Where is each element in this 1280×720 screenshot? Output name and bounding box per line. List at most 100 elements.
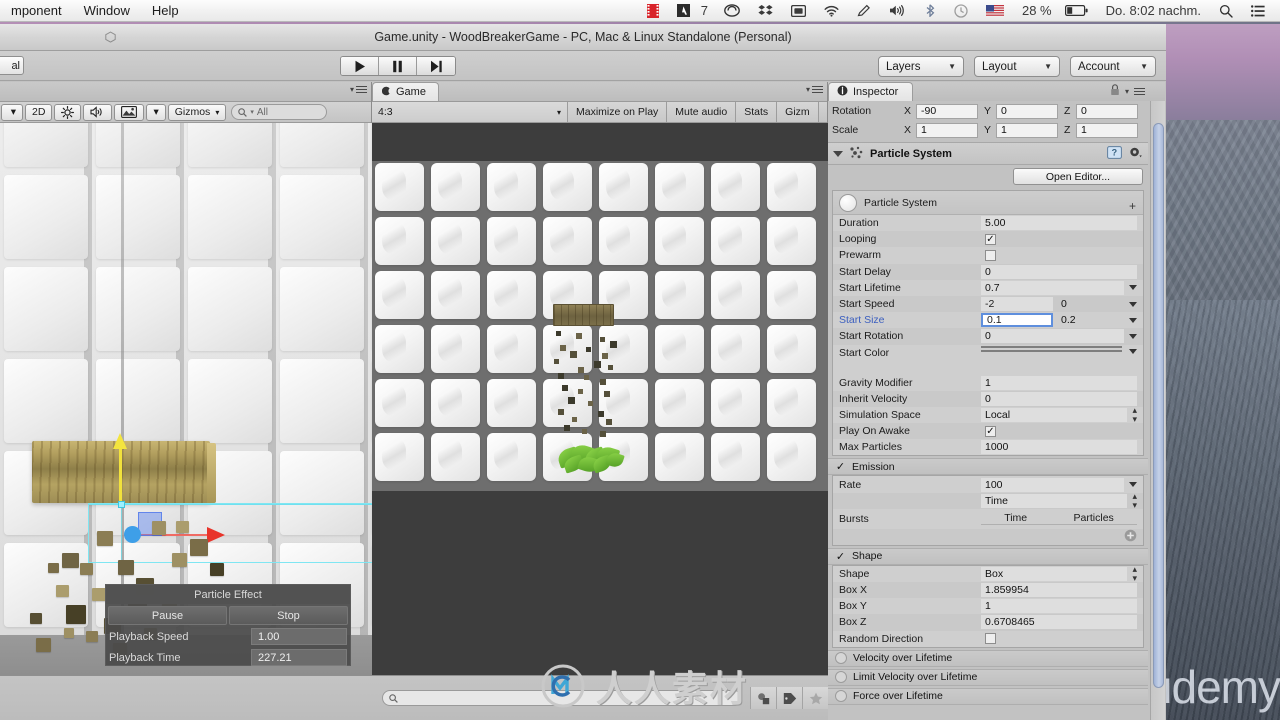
menu-item-help[interactable]: Help bbox=[141, 0, 190, 22]
rate-value-field[interactable]: 100 bbox=[981, 477, 1124, 492]
scale-y-field[interactable]: 1 bbox=[996, 122, 1058, 138]
tab-game[interactable]: Game bbox=[372, 82, 439, 101]
prop-value-max[interactable]: 0 bbox=[1057, 297, 1124, 311]
scene-panel-menu[interactable]: ▾ bbox=[350, 85, 367, 94]
menu-item-component[interactable]: mponent bbox=[0, 0, 73, 22]
scale-z-field[interactable]: 1 bbox=[1076, 122, 1138, 138]
adobe-icon[interactable] bbox=[668, 4, 699, 17]
scene-view-viewport[interactable]: Particle Effect Pause Stop Playback Spee… bbox=[0, 123, 372, 675]
scene-search-input[interactable]: ▾ All bbox=[231, 104, 328, 120]
unity-titlebar[interactable]: Game.unity - WoodBreakerGame - PC, Mac &… bbox=[0, 24, 1166, 51]
pencil-icon[interactable] bbox=[848, 4, 880, 17]
open-editor-button[interactable]: Open Editor... bbox=[1013, 168, 1143, 185]
aspect-ratio-dropdown[interactable]: 4:3 ▾ bbox=[372, 102, 568, 122]
filter-by-type-icon[interactable] bbox=[750, 687, 776, 709]
effects-icon[interactable] bbox=[114, 103, 145, 121]
add-module-button[interactable]: + bbox=[1129, 199, 1136, 213]
help-icon[interactable]: ? bbox=[1107, 145, 1122, 162]
rotation-z-field[interactable]: 0 bbox=[1076, 103, 1138, 119]
prop-value[interactable]: 1000 bbox=[981, 440, 1137, 455]
playback-speed-field[interactable]: 1.00 bbox=[251, 628, 347, 645]
game-gizmos-dropdown[interactable]: Gizm bbox=[777, 102, 819, 122]
toggle-2d-button[interactable]: 2D bbox=[25, 103, 53, 121]
prop-value[interactable]: 1 bbox=[981, 375, 1137, 390]
inspector-scrollbar-thumb[interactable] bbox=[1153, 123, 1164, 688]
start-color-top-swatch[interactable] bbox=[981, 345, 1122, 348]
emission-enabled-checkbox[interactable]: ✓ bbox=[835, 461, 846, 473]
looping-checkbox[interactable]: ✓ bbox=[985, 233, 996, 245]
effects-dropdown[interactable]: ▾ bbox=[146, 103, 166, 121]
menu-item-window[interactable]: Window bbox=[73, 0, 141, 22]
simulation-space-dropdown[interactable]: Local bbox=[981, 407, 1128, 422]
start-color-bottom-swatch[interactable] bbox=[981, 349, 1122, 352]
time-machine-icon[interactable] bbox=[945, 3, 977, 18]
gizmo-top-handle[interactable] bbox=[118, 501, 125, 508]
prop-value[interactable]: 0 bbox=[981, 264, 1137, 279]
volume-icon[interactable] bbox=[880, 4, 915, 17]
chevron-down-icon[interactable] bbox=[1129, 482, 1137, 488]
rotation-y-field[interactable]: 0 bbox=[996, 103, 1058, 119]
bluetooth-icon[interactable] bbox=[915, 4, 945, 17]
prop-value[interactable]: 5.00 bbox=[981, 216, 1137, 231]
gear-icon[interactable] bbox=[1128, 146, 1143, 162]
play-button[interactable] bbox=[341, 57, 379, 75]
prop-value[interactable]: 0.7 bbox=[981, 280, 1124, 295]
gizmos-dropdown[interactable]: Gizmos ▾ bbox=[167, 103, 227, 121]
start-size-min-field[interactable]: 0.1 bbox=[981, 313, 1053, 328]
step-button[interactable] bbox=[417, 57, 455, 75]
game-panel-menu[interactable]: ▾ bbox=[806, 85, 823, 94]
particle-system-component-header[interactable]: Particle System ? bbox=[828, 142, 1148, 165]
shape-module-header[interactable]: ✓ Shape bbox=[828, 547, 1148, 565]
search-icon[interactable] bbox=[1210, 4, 1242, 18]
game-view-viewport[interactable] bbox=[372, 123, 828, 675]
module-toggle-icon[interactable] bbox=[835, 690, 847, 703]
module-toggle-icon[interactable] bbox=[835, 652, 847, 665]
notification-center-icon[interactable] bbox=[1242, 4, 1274, 17]
shape-dropdown[interactable]: Box bbox=[981, 566, 1128, 581]
battery-icon[interactable] bbox=[1056, 5, 1097, 16]
start-size-max-field[interactable]: 0.2 bbox=[1057, 313, 1124, 327]
film-strip-icon[interactable] bbox=[638, 3, 668, 18]
layout-dropdown[interactable]: Layout ▼ bbox=[974, 56, 1060, 77]
menubar-clock[interactable]: Do. 8:02 nachm. bbox=[1097, 0, 1210, 22]
box-x-field[interactable]: 1.859954 bbox=[981, 583, 1137, 598]
stats-toggle[interactable]: Stats bbox=[736, 102, 778, 122]
chevron-down-icon[interactable] bbox=[1129, 333, 1137, 339]
prewarm-checkbox[interactable] bbox=[985, 249, 996, 261]
box-z-field[interactable]: 0.6708465 bbox=[981, 615, 1137, 630]
chevron-down-icon[interactable] bbox=[1129, 317, 1137, 323]
wifi-icon[interactable] bbox=[815, 5, 848, 17]
prop-value[interactable]: 0 bbox=[981, 391, 1137, 406]
rate-mode-dropdown[interactable]: Time bbox=[981, 493, 1128, 508]
gizmo-x-arrowhead[interactable] bbox=[207, 527, 225, 543]
box-y-field[interactable]: 1 bbox=[981, 599, 1137, 614]
force-over-lifetime-module[interactable]: Force over Lifetime bbox=[828, 687, 1148, 705]
hamburger-icon[interactable] bbox=[1134, 87, 1145, 96]
prop-value[interactable]: 0 bbox=[981, 329, 1124, 344]
flag-icon[interactable] bbox=[977, 4, 1013, 17]
mute-audio-toggle[interactable]: Mute audio bbox=[667, 102, 737, 122]
particle-main-module-header[interactable]: Particle System + bbox=[833, 191, 1143, 215]
velocity-over-lifetime-module[interactable]: Velocity over Lifetime bbox=[828, 649, 1148, 667]
layers-dropdown[interactable]: Layers ▼ bbox=[878, 56, 964, 77]
start-color-gradient[interactable] bbox=[981, 345, 1124, 352]
gizmo-y-arrowhead[interactable] bbox=[113, 433, 127, 449]
dropbox-icon[interactable] bbox=[749, 4, 782, 17]
favorites-star-icon[interactable] bbox=[802, 687, 828, 709]
module-toggle-icon[interactable] bbox=[835, 671, 847, 684]
scale-x-field[interactable]: 1 bbox=[916, 122, 978, 138]
filter-by-label-icon[interactable] bbox=[776, 687, 802, 709]
play-on-awake-checkbox[interactable]: ✓ bbox=[985, 425, 996, 437]
foldout-arrow-icon[interactable] bbox=[833, 150, 843, 157]
particle-stop-button[interactable]: Stop bbox=[229, 606, 348, 625]
emission-module-header[interactable]: ✓ Emission bbox=[828, 458, 1148, 476]
playback-time-field[interactable]: 227.21 bbox=[251, 649, 347, 666]
tab-inspector[interactable]: Inspector bbox=[828, 82, 914, 101]
chevron-down-icon[interactable] bbox=[1129, 348, 1137, 354]
lighting-icon[interactable] bbox=[54, 103, 82, 121]
account-dropdown[interactable]: Account ▼ bbox=[1070, 56, 1156, 77]
random-direction-checkbox[interactable] bbox=[985, 633, 996, 645]
pause-button[interactable] bbox=[379, 57, 417, 75]
shape-enabled-checkbox[interactable]: ✓ bbox=[835, 551, 846, 563]
inspector-scrollbar[interactable] bbox=[1150, 101, 1165, 720]
